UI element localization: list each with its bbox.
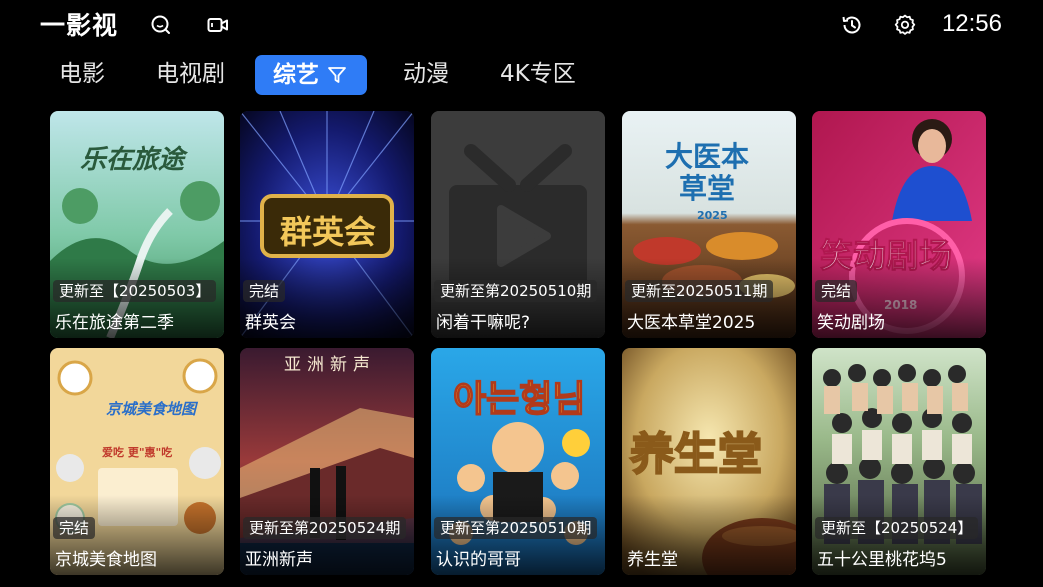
status-badge: 完结 bbox=[815, 280, 858, 302]
app-logo: 一影视 bbox=[40, 11, 119, 40]
card-title: 亚洲新声 bbox=[245, 550, 313, 570]
tab-tv-series[interactable]: 电视剧 bbox=[152, 54, 229, 94]
media-card[interactable]: 群英会 完结 群英会 bbox=[240, 111, 414, 338]
poster-title: 群英会 bbox=[280, 213, 377, 251]
tab-label: 综艺 bbox=[273, 62, 319, 88]
card-title: 养生堂 bbox=[627, 550, 678, 570]
history-icon[interactable] bbox=[840, 13, 864, 37]
card-title: 大医本草堂2025 bbox=[627, 313, 756, 333]
media-card[interactable]: 京城美食地图 爱吃 更"惠"吃 完结 京城美食地图 bbox=[50, 348, 224, 575]
poster-title: 养生堂 bbox=[629, 428, 763, 481]
card-title: 认识的哥哥 bbox=[436, 550, 521, 570]
media-card[interactable]: 更新至【20250524】 五十公里桃花坞5 bbox=[812, 348, 986, 575]
tab-movies[interactable]: 电影 bbox=[55, 54, 109, 94]
poster-subtitle: 2025 bbox=[697, 209, 728, 222]
poster-title: 大医本草堂 bbox=[664, 140, 749, 205]
status-badge: 更新至【20250503】 bbox=[53, 280, 217, 302]
settings-icon[interactable] bbox=[893, 13, 917, 37]
media-card[interactable]: 아는형님 更新至第20250510期 认识的哥哥 bbox=[431, 348, 605, 575]
tab-label: 4K专区 bbox=[500, 61, 576, 87]
tab-label: 电影 bbox=[59, 61, 105, 87]
tab-4k[interactable]: 4K专区 bbox=[496, 54, 580, 94]
status-badge: 更新至第20250510期 bbox=[434, 517, 598, 539]
card-title: 京城美食地图 bbox=[55, 550, 157, 570]
status-badge: 完结 bbox=[243, 280, 286, 302]
tab-variety[interactable]: 综艺 bbox=[255, 55, 367, 95]
media-card[interactable]: 乐在旅途 更新至【20250503】 乐在旅途第二季 bbox=[50, 111, 224, 338]
card-title: 群英会 bbox=[245, 313, 296, 333]
media-card[interactable]: 亚洲新声 更新至第20250524期 亚洲新声 bbox=[240, 348, 414, 575]
clock: 12:56 bbox=[941, 10, 1002, 37]
tab-label: 电视剧 bbox=[156, 61, 225, 87]
tab-anime[interactable]: 动漫 bbox=[399, 54, 453, 94]
category-tabs: 电影 电视剧 综艺 动漫 4K专区 bbox=[0, 54, 1043, 96]
tab-label: 动漫 bbox=[403, 61, 449, 87]
media-card[interactable]: 更新至第20250510期 闲着干嘛呢? bbox=[431, 111, 605, 338]
poster-title: 아는형님 bbox=[452, 378, 586, 421]
search-icon[interactable] bbox=[149, 13, 173, 37]
status-badge: 完结 bbox=[53, 517, 96, 539]
status-badge: 更新至第20250524期 bbox=[243, 517, 407, 539]
status-badge: 更新至20250511期 bbox=[625, 280, 774, 302]
media-card[interactable]: 笑动剧场 2018 完结 笑动剧场 bbox=[812, 111, 986, 338]
poster-title: 乐在旅途 bbox=[80, 145, 185, 175]
status-badge: 更新至【20250524】 bbox=[815, 517, 979, 539]
poster-title: 亚洲新声 bbox=[284, 355, 376, 375]
card-title: 乐在旅途第二季 bbox=[55, 313, 174, 333]
status-badge: 更新至第20250510期 bbox=[434, 280, 598, 302]
card-title: 笑动剧场 bbox=[817, 313, 885, 333]
top-bar: 一影视 12:56 bbox=[0, 0, 1043, 50]
poster-subtitle: 爱吃 更"惠"吃 bbox=[102, 446, 173, 459]
poster-title: 京城美食地图 bbox=[106, 400, 197, 418]
media-card[interactable]: 大医本草堂 2025 更新至20250511期 大医本草堂2025 bbox=[622, 111, 796, 338]
filter-icon[interactable] bbox=[327, 58, 347, 83]
media-card[interactable]: 养生堂 养生堂 bbox=[622, 348, 796, 575]
card-title: 五十公里桃花坞5 bbox=[817, 550, 947, 570]
video-camera-icon[interactable] bbox=[206, 13, 230, 37]
card-title: 闲着干嘛呢? bbox=[436, 313, 531, 333]
